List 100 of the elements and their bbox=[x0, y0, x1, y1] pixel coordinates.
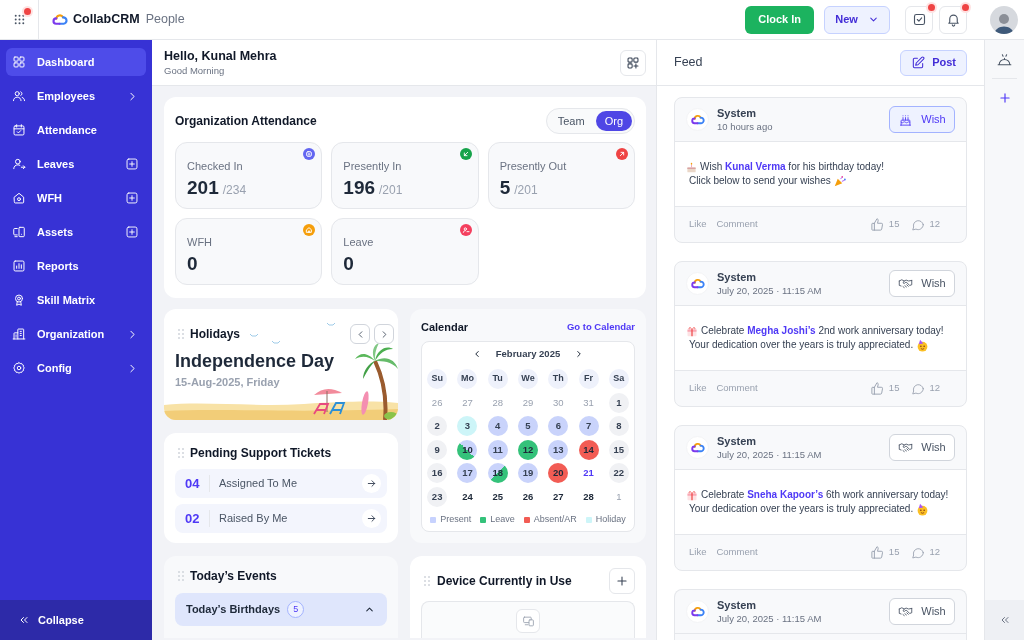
scope-tab[interactable]: Org bbox=[595, 111, 632, 131]
thumbs-up-icon[interactable] bbox=[869, 381, 885, 396]
award-icon bbox=[12, 293, 26, 307]
stat-total: /201 bbox=[379, 182, 403, 199]
comment-count: 12 bbox=[929, 381, 940, 396]
sidebar-item[interactable]: Reports bbox=[6, 252, 146, 280]
calendar-day[interactable]: 22 bbox=[608, 463, 629, 484]
comment-icon[interactable] bbox=[911, 217, 926, 232]
sidebar-item[interactable]: Dashboard bbox=[6, 48, 146, 76]
calendar-day[interactable]: 9 bbox=[427, 439, 448, 460]
wish-button[interactable]: Wish bbox=[889, 434, 955, 461]
wish-button[interactable]: Wish bbox=[889, 270, 955, 297]
calendar-day[interactable]: 4 bbox=[487, 416, 508, 437]
wish-button[interactable]: Wish bbox=[889, 106, 955, 133]
calendar-day[interactable]: 8 bbox=[608, 416, 629, 437]
weekday-label: Tu bbox=[487, 369, 508, 389]
house-icon bbox=[12, 191, 26, 205]
post-author: System bbox=[717, 598, 757, 612]
like-count: 15 bbox=[888, 545, 900, 560]
party-popper-icon bbox=[833, 175, 846, 187]
thumbs-up-icon[interactable] bbox=[869, 545, 885, 560]
calendar-day[interactable]: 11 bbox=[487, 439, 508, 460]
sidebar-item[interactable]: Assets bbox=[6, 218, 146, 246]
weekday-label: Mo bbox=[457, 369, 478, 389]
post-author: System bbox=[717, 106, 757, 120]
calendar-day[interactable]: 5 bbox=[518, 416, 538, 437]
drag-handle-icon[interactable] bbox=[178, 329, 184, 339]
stat-label: Presently In bbox=[343, 159, 402, 173]
add-device-button[interactable] bbox=[609, 568, 635, 594]
legend-label: Present bbox=[440, 513, 472, 527]
legend-label: Absent/AR bbox=[533, 513, 577, 527]
calendar-day[interactable]: 15 bbox=[608, 439, 629, 460]
plus-square-icon[interactable] bbox=[125, 225, 139, 239]
drag-handle-icon[interactable] bbox=[424, 576, 430, 586]
new-button[interactable]: New bbox=[824, 5, 890, 34]
calendar-day[interactable]: 1 bbox=[608, 392, 629, 413]
calendar-day[interactable]: 12 bbox=[518, 439, 538, 460]
apps-grid-icon bbox=[12, 13, 26, 26]
module-name: People bbox=[145, 11, 185, 29]
chevron-down-icon bbox=[867, 14, 879, 25]
add-button[interactable] bbox=[997, 91, 1012, 105]
sidebar-item[interactable]: Organization bbox=[6, 320, 146, 348]
scope-tab[interactable]: Team bbox=[548, 111, 594, 131]
calendar-day[interactable]: 26 bbox=[518, 486, 538, 507]
calendar-day[interactable]: 25 bbox=[487, 486, 508, 507]
calendar-day[interactable]: 19 bbox=[518, 463, 538, 484]
birthdays-toggle[interactable]: Today’s Birthdays 5 bbox=[175, 593, 387, 626]
previous-button[interactable] bbox=[350, 324, 370, 344]
thumbs-up-icon[interactable] bbox=[869, 217, 885, 232]
user-avatar[interactable] bbox=[990, 5, 1018, 34]
logo-icon bbox=[686, 272, 709, 295]
sidebar-item[interactable]: Leaves bbox=[6, 150, 146, 178]
handshake-icon bbox=[898, 604, 914, 619]
add-widget-button[interactable] bbox=[620, 49, 646, 76]
collapse-button[interactable]: Collapse bbox=[0, 600, 152, 640]
card-title: Organization Attendance bbox=[175, 113, 317, 130]
plus-square-icon[interactable] bbox=[125, 157, 139, 171]
drag-handle-icon[interactable] bbox=[178, 570, 184, 581]
calendar-day[interactable]: 20 bbox=[548, 463, 569, 484]
calendar-day[interactable]: 28 bbox=[578, 486, 599, 507]
post-button[interactable]: Post bbox=[900, 49, 967, 76]
sidebar-item[interactable]: Skill Matrix bbox=[6, 286, 146, 314]
post-author: System bbox=[717, 434, 757, 448]
calendar-day[interactable]: 3 bbox=[457, 416, 478, 437]
drag-handle-icon[interactable] bbox=[178, 447, 184, 458]
sidebar-item[interactable]: Attendance bbox=[6, 116, 146, 144]
calendar-day[interactable]: 13 bbox=[548, 439, 569, 460]
feed-title: Feed bbox=[674, 54, 703, 72]
wish-button[interactable]: Wish bbox=[889, 598, 955, 625]
calendar-day[interactable]: 6 bbox=[548, 416, 569, 437]
app-name: CollabCRM bbox=[73, 11, 140, 29]
open-button[interactable] bbox=[362, 509, 381, 528]
comment-icon[interactable] bbox=[911, 381, 926, 396]
calendar-day[interactable]: 16 bbox=[427, 463, 448, 484]
sidebar-item[interactable]: WFH bbox=[6, 184, 146, 212]
stat-total: /234 bbox=[222, 182, 247, 199]
calendar-day[interactable]: 14 bbox=[578, 439, 599, 460]
calendar-day[interactable]: 17 bbox=[457, 463, 478, 484]
plus-square-icon[interactable] bbox=[125, 191, 139, 205]
edit-icon bbox=[911, 55, 926, 70]
calendar-day[interactable]: 24 bbox=[457, 486, 478, 507]
calendar-day[interactable]: 2 bbox=[427, 416, 448, 437]
go-to-calendar-link[interactable]: Go to Calendar bbox=[566, 320, 635, 335]
calendar-day[interactable]: 23 bbox=[427, 486, 448, 507]
sidebar-item[interactable]: Employees bbox=[6, 82, 146, 110]
settings-icon bbox=[12, 361, 26, 375]
checkbox-icon bbox=[911, 12, 927, 27]
sidebar-item[interactable]: Config bbox=[6, 354, 146, 382]
weekday-label: Th bbox=[548, 369, 569, 389]
weekday-label: Sa bbox=[608, 369, 629, 389]
stat-value: 0 bbox=[187, 254, 198, 274]
notifications-button[interactable] bbox=[939, 5, 967, 34]
tasks-button[interactable] bbox=[905, 5, 933, 34]
calendar-day[interactable]: 7 bbox=[578, 416, 599, 437]
open-button[interactable] bbox=[362, 474, 381, 493]
next-button[interactable] bbox=[374, 324, 394, 344]
arrow-right-icon bbox=[366, 478, 377, 489]
calendar-day[interactable]: 27 bbox=[548, 486, 569, 507]
comment-icon[interactable] bbox=[911, 545, 926, 560]
calendar-day[interactable]: 21 bbox=[578, 463, 599, 484]
